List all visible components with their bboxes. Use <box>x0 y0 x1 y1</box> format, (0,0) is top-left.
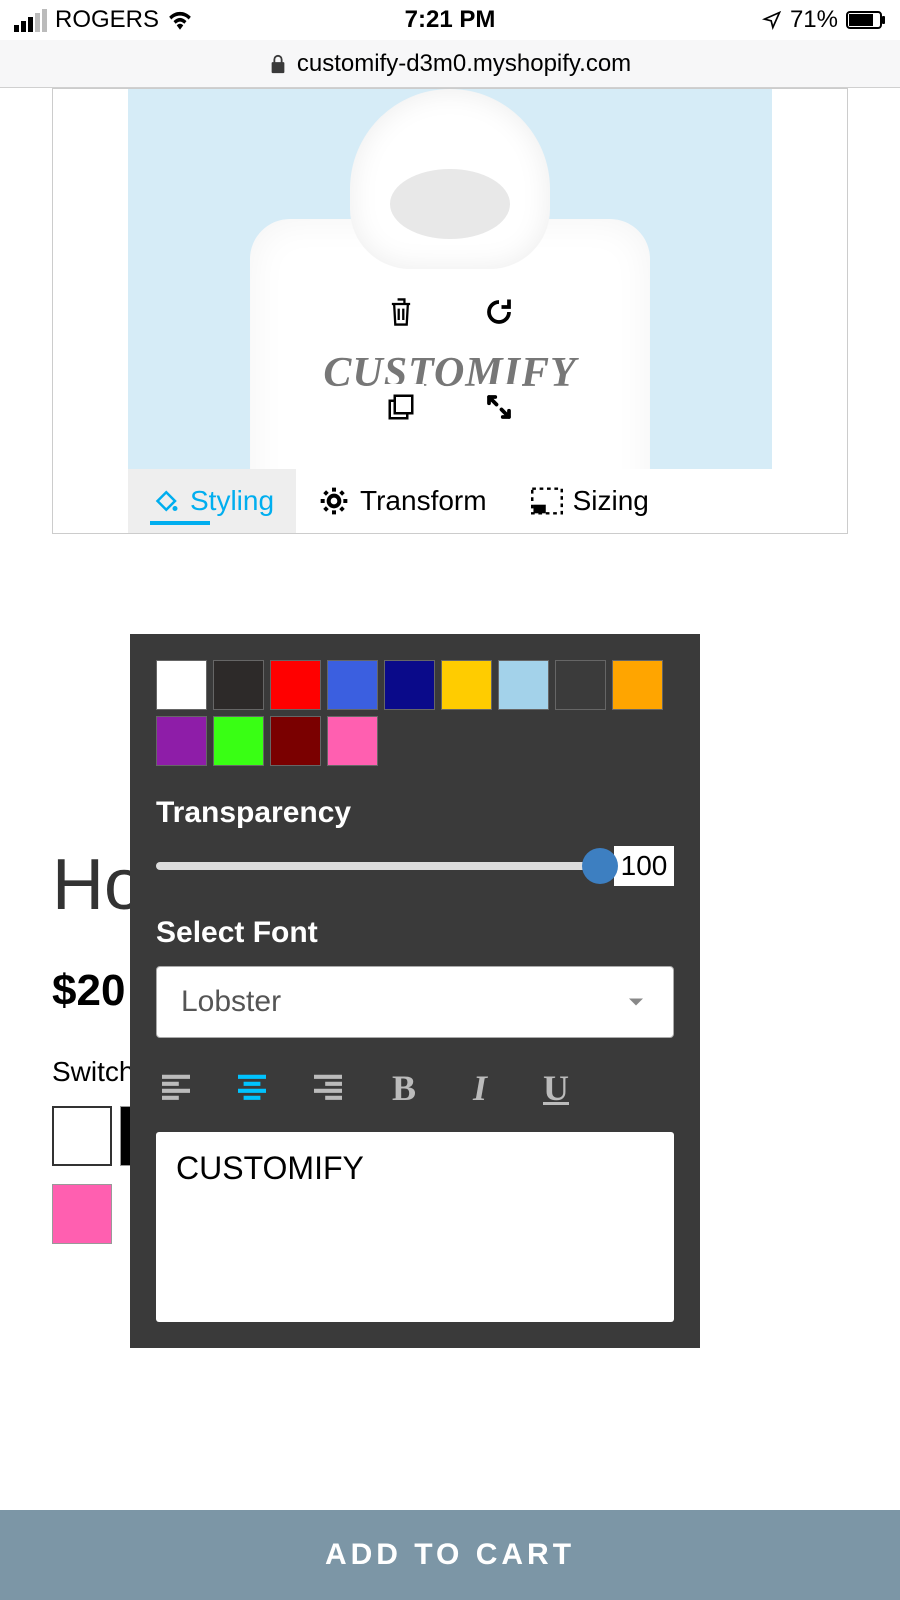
tab-label: Sizing <box>573 485 649 517</box>
add-to-cart-button[interactable]: ADD TO CART <box>0 1510 900 1600</box>
color-swatch[interactable] <box>498 660 549 710</box>
color-swatch-grid <box>156 660 674 766</box>
font-select[interactable]: Lobster <box>156 966 674 1038</box>
align-right-button[interactable] <box>308 1068 348 1108</box>
align-left-button[interactable] <box>156 1068 196 1108</box>
underline-button[interactable]: U <box>536 1068 576 1108</box>
color-swatch[interactable] <box>555 660 606 710</box>
copy-icon <box>386 392 416 422</box>
color-swatch[interactable] <box>327 660 378 710</box>
variant-swatch[interactable] <box>52 1106 112 1166</box>
selection-icon <box>531 487 563 515</box>
cell-signal-icon <box>14 9 47 32</box>
variant-swatch[interactable] <box>52 1184 112 1244</box>
tab-sizing[interactable]: Sizing <box>509 469 671 533</box>
font-label: Select Font <box>156 916 674 950</box>
resize-handle[interactable] <box>476 384 522 430</box>
status-bar: ROGERS 7:21 PM 71% <box>0 0 900 40</box>
italic-button[interactable]: I <box>460 1068 500 1108</box>
tab-label: Styling <box>190 485 274 517</box>
rotate-icon <box>484 297 514 327</box>
align-center-button[interactable] <box>232 1068 272 1108</box>
location-icon <box>762 10 782 30</box>
duplicate-handle[interactable] <box>378 384 424 430</box>
canvas-design-text[interactable]: CUSTOMIFY <box>128 349 772 397</box>
url-text: customify-d3m0.myshopify.com <box>297 50 631 78</box>
color-swatch[interactable] <box>327 716 378 766</box>
design-canvas[interactable]: CUSTOMIFY <box>128 89 772 469</box>
product-mockup-hoodie <box>200 99 700 469</box>
font-select-value: Lobster <box>181 985 281 1019</box>
lock-icon <box>269 54 287 74</box>
battery-label: 71% <box>790 6 838 34</box>
battery-icon <box>846 11 886 29</box>
color-swatch[interactable] <box>270 660 321 710</box>
delete-handle[interactable] <box>378 289 424 335</box>
wifi-icon <box>167 10 193 30</box>
color-swatch[interactable] <box>156 716 207 766</box>
resize-icon <box>484 392 514 422</box>
tab-label: Transform <box>360 485 487 517</box>
styling-panel: Transparency 100 Select Font Lobster B I… <box>130 634 700 1348</box>
text-format-toolbar: B I U <box>156 1068 674 1108</box>
design-text-input[interactable]: CUSTOMIFY <box>156 1132 674 1322</box>
browser-url-bar[interactable]: customify-d3m0.myshopify.com <box>0 40 900 88</box>
align-center-icon <box>235 1074 269 1102</box>
color-swatch[interactable] <box>270 716 321 766</box>
color-swatch[interactable] <box>384 660 435 710</box>
product-canvas-frame: CUSTOMIFY Styling Transform <box>52 88 848 534</box>
tab-styling[interactable]: Styling <box>128 469 296 533</box>
color-swatch[interactable] <box>213 660 264 710</box>
align-left-icon <box>159 1074 193 1102</box>
trash-icon <box>387 296 415 328</box>
cta-label: ADD TO CART <box>325 1538 575 1572</box>
color-swatch[interactable] <box>441 660 492 710</box>
tab-transform[interactable]: Transform <box>296 469 509 533</box>
bold-button[interactable]: B <box>384 1068 424 1108</box>
rotate-handle[interactable] <box>476 289 522 335</box>
color-swatch[interactable] <box>156 660 207 710</box>
editor-tabs: Styling Transform Sizing <box>128 469 772 533</box>
gear-icon <box>318 485 350 517</box>
paint-bucket-icon <box>150 486 180 516</box>
color-swatch[interactable] <box>213 716 264 766</box>
carrier-label: ROGERS <box>55 6 159 34</box>
transparency-value[interactable]: 100 <box>614 846 674 886</box>
slider-thumb[interactable] <box>582 848 618 884</box>
color-swatch[interactable] <box>612 660 663 710</box>
align-right-icon <box>311 1074 345 1102</box>
transparency-slider[interactable] <box>156 862 608 870</box>
transparency-label: Transparency <box>156 796 674 830</box>
